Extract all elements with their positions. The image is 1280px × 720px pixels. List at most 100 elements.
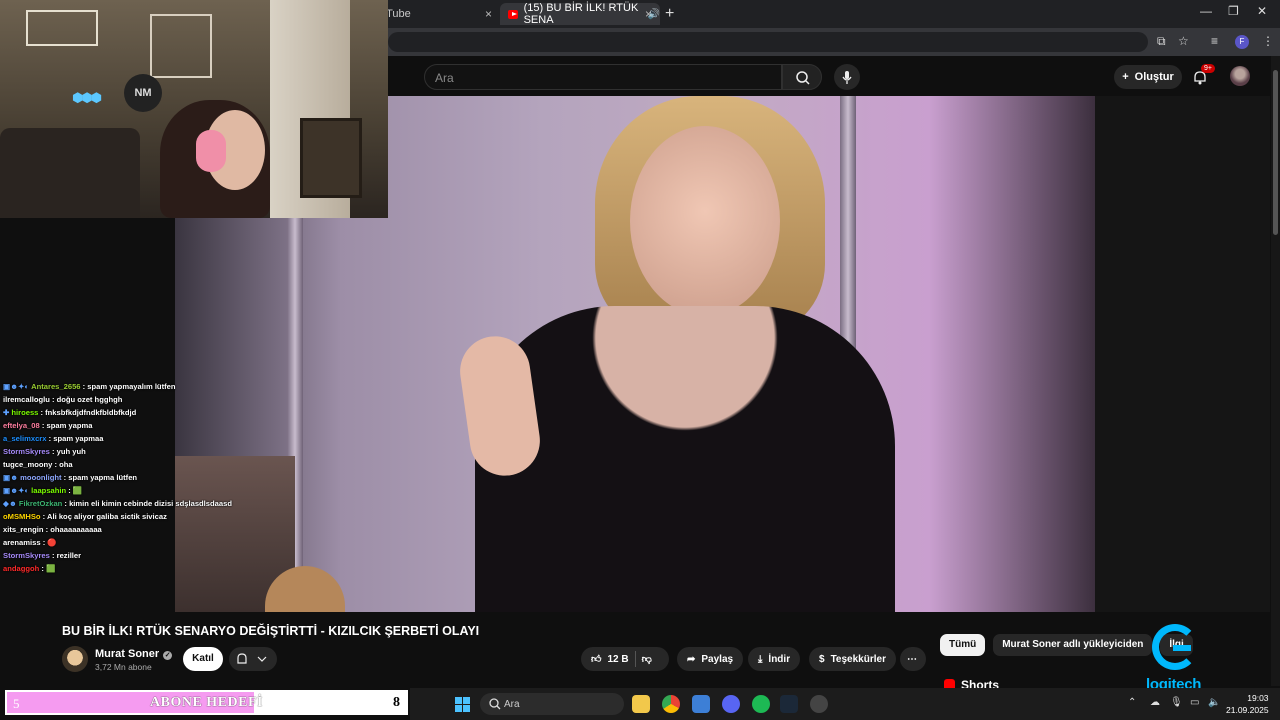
dislike-icon[interactable]: 👎︎ — [642, 653, 652, 665]
chat-username[interactable]: hiroess — [11, 408, 38, 417]
chat-username[interactable]: mooonlight — [20, 473, 61, 482]
search-button[interactable] — [782, 64, 822, 90]
chat-message: a_selimxcrx : spam yapmaa — [0, 434, 260, 447]
thanks-button[interactable]: $ Teşekkürler — [809, 647, 896, 671]
more-actions-button[interactable]: ⋯ — [900, 647, 926, 671]
account-avatar[interactable] — [1230, 66, 1250, 86]
webcam-jersey-frame — [300, 118, 362, 198]
bookmark-star-icon[interactable]: ☆ — [1178, 34, 1189, 48]
new-tab-icon[interactable]: + — [665, 5, 674, 23]
scrollbar-thumb[interactable] — [1273, 70, 1278, 235]
like-icon[interactable]: 👍︎ — [591, 653, 601, 665]
create-button[interactable]: + Oluştur — [1114, 65, 1182, 89]
chat-message: ilremcalloglu : doğu ozet hgghgh — [0, 395, 260, 408]
search-icon — [796, 71, 810, 85]
download-button[interactable]: ⤓ İndir — [748, 647, 801, 671]
goal-target: 8 — [393, 695, 400, 710]
install-icon[interactable]: ⧉ — [1157, 34, 1166, 49]
chat-text: spam yapma — [46, 421, 93, 430]
nm-logo: NM — [124, 74, 162, 112]
address-bar[interactable] — [388, 32, 1148, 52]
clock-time: 19:03 — [1247, 693, 1269, 703]
chat-username[interactable]: ilremcalloglu — [3, 395, 50, 404]
chat-text: 🟩 — [46, 564, 56, 573]
microphone-icon — [842, 71, 852, 84]
volume-icon[interactable]: 🔈 — [1208, 697, 1220, 708]
system-clock[interactable]: 19:03 21.09.2025 — [1226, 692, 1269, 716]
file-explorer-icon[interactable] — [632, 695, 650, 713]
discord-icon[interactable] — [722, 695, 740, 713]
chat-separator: : — [49, 395, 57, 404]
chat-username[interactable]: arenamiss — [3, 538, 41, 547]
hexagon-lights-icon: ⬢⬢⬢ — [72, 90, 102, 105]
steam-icon[interactable] — [780, 695, 798, 713]
chat-separator: : — [49, 551, 57, 560]
channel-avatar[interactable] — [62, 646, 88, 672]
download-label: İndir — [768, 653, 791, 665]
chip-uploader[interactable]: Murat Soner adlı yükleyiciden — [993, 634, 1153, 656]
close-tab-icon[interactable]: × — [485, 7, 492, 21]
chat-text: kimin eli kimin cebinde dizisi sdşlasdls… — [69, 499, 232, 508]
like-dislike-group[interactable]: 👍︎ 12 B 👎︎ — [581, 647, 669, 671]
spotify-icon[interactable] — [752, 695, 770, 713]
chat-username[interactable]: eftelya_08 — [3, 421, 40, 430]
voice-search-button[interactable] — [834, 64, 860, 90]
chat-username[interactable]: oMSMHSo — [3, 512, 41, 521]
share-label: Paylaş — [701, 653, 734, 665]
logitech-g-logo — [1152, 624, 1198, 670]
share-button[interactable]: ➦ Paylaş — [677, 647, 744, 671]
stream-chat: ▣☻✦◐ Antares_2656 : spam yapmayalım lütfe… — [0, 382, 260, 577]
tray-overflow-icon[interactable]: ⌃ — [1128, 697, 1136, 708]
obs-icon[interactable] — [810, 695, 828, 713]
minimize-icon[interactable]: — — [1200, 4, 1212, 18]
close-window-icon[interactable]: ✕ — [1257, 4, 1267, 18]
subscriber-count: 3,72 Mn abone — [95, 662, 152, 672]
app-icon[interactable] — [692, 695, 710, 713]
chat-username[interactable]: FikretOzkan — [19, 499, 62, 508]
like-count: 12 B — [607, 653, 629, 665]
notification-badge: 9+ — [1201, 64, 1215, 73]
chat-username[interactable]: xits_rengin — [3, 525, 44, 534]
chat-username[interactable]: Antares_2656 — [31, 382, 80, 391]
chat-username[interactable]: StormSkyres — [3, 551, 50, 560]
media-control-icon[interactable]: ≡ — [1211, 34, 1218, 48]
microphone-tray-icon[interactable]: 🎙 — [1170, 697, 1183, 708]
chat-username[interactable]: andaggoh — [3, 564, 39, 573]
share-icon: ➦ — [687, 653, 696, 665]
display-icon[interactable]: ▭ — [1190, 697, 1199, 708]
chat-text: spam yapmaa — [53, 434, 104, 443]
chat-text: 🟩 — [72, 486, 83, 495]
taskbar-search[interactable]: Ara — [480, 693, 624, 715]
chat-message: andaggoh : 🟩 — [0, 564, 260, 577]
chat-username[interactable]: a_selimxcrx — [3, 434, 47, 443]
join-button[interactable]: Katıl — [183, 647, 223, 671]
plus-icon: + — [1122, 71, 1129, 83]
chat-username[interactable]: StormSkyres — [3, 447, 50, 456]
chat-text: yuh yuh — [56, 447, 86, 456]
channel-name[interactable]: Murat Soner ✓ — [95, 648, 173, 660]
chat-message: ▣☻✦◐ Antares_2656 : spam yapmayalım lütfe… — [0, 382, 260, 395]
streamer-webcam: NM ⬢⬢⬢ — [0, 0, 388, 218]
channel-name-text: Murat Soner — [95, 648, 160, 660]
chip-all[interactable]: Tümü — [940, 634, 986, 656]
webcam-sofa — [0, 128, 140, 218]
chat-text: ohaaaaaaaaaa — [50, 525, 102, 534]
browser-tab-1[interactable]: uTube × — [380, 3, 500, 25]
subscription-bell-button[interactable] — [229, 647, 277, 671]
chrome-icon[interactable] — [662, 695, 680, 713]
windows-start-icon[interactable] — [455, 697, 470, 712]
browser-tab-2[interactable]: (15) BU BİR İLK! RTÜK SENA 🔊 × — [500, 2, 660, 26]
search-input[interactable]: Ara — [424, 64, 782, 90]
chat-text: reziller — [56, 551, 82, 560]
subscriber-goal-bar: 5 ABONE HEDEFİ 8 — [5, 690, 408, 715]
chat-badges-icon: ✚ — [3, 408, 10, 417]
chat-username[interactable]: laapsahin — [31, 486, 66, 495]
browser-menu-icon[interactable]: ⋮ — [1262, 34, 1274, 48]
close-tab-icon[interactable]: × — [645, 7, 652, 21]
chat-badges-icon: ▣☻✦◐ — [3, 382, 30, 391]
profile-avatar[interactable]: F — [1235, 35, 1249, 49]
cloud-icon[interactable]: ☁ — [1150, 697, 1160, 708]
chat-username[interactable]: tugce_moony — [3, 460, 52, 469]
clock-date: 21.09.2025 — [1226, 705, 1269, 715]
restore-icon[interactable]: ❐ — [1228, 4, 1239, 18]
